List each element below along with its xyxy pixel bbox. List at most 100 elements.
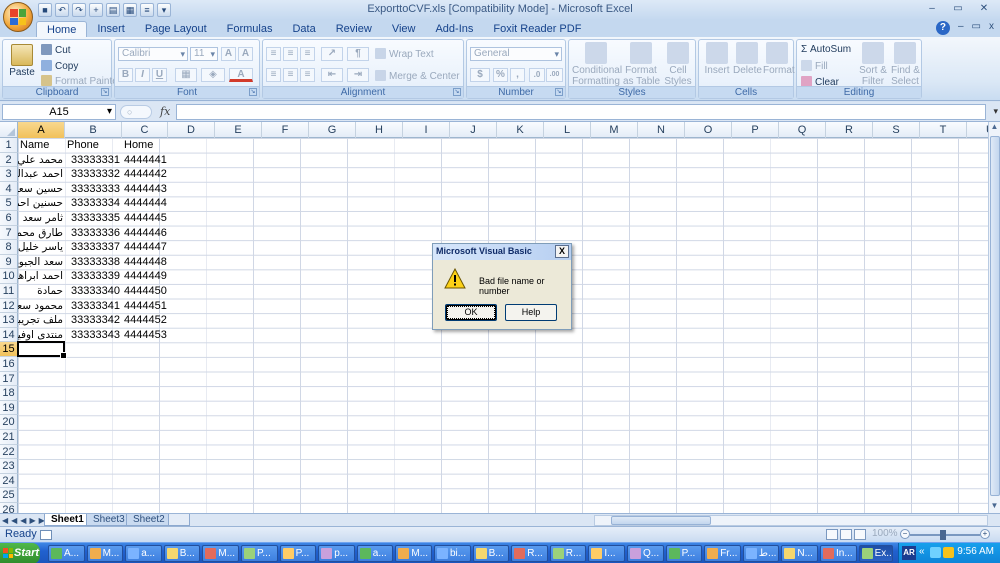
column-header-t[interactable]: T bbox=[920, 122, 967, 138]
home-cell[interactable]: 4444447 bbox=[122, 240, 168, 255]
column-header-j[interactable]: J bbox=[450, 122, 497, 138]
column-header-c[interactable]: C bbox=[122, 122, 168, 138]
column-header-p[interactable]: P bbox=[732, 122, 779, 138]
row-header-1[interactable]: 1 bbox=[0, 138, 18, 153]
name-cell[interactable]: حسين سعيد bbox=[18, 182, 65, 197]
tab-add-ins[interactable]: Add-Ins bbox=[425, 21, 483, 37]
taskbar-button[interactable]: N... bbox=[781, 545, 818, 562]
page-break-view-icon[interactable] bbox=[854, 529, 866, 540]
insert-function-button[interactable]: fx bbox=[160, 105, 170, 118]
row-header-18[interactable]: 18 bbox=[0, 386, 18, 401]
phone-cell[interactable]: 33333337 bbox=[65, 240, 122, 255]
fill-color-icon[interactable]: ◈ bbox=[201, 68, 225, 82]
name-cell[interactable]: منتدى اوفيسنا bbox=[18, 328, 65, 343]
close-button[interactable]: ✕ bbox=[972, 2, 996, 17]
font-launcher-icon[interactable]: ↘ bbox=[249, 88, 257, 96]
help-icon[interactable]: ? bbox=[935, 21, 950, 35]
row-header-13[interactable]: 13 bbox=[0, 313, 18, 328]
formula-cancel-icon[interactable]: ○ bbox=[120, 105, 152, 119]
percent-button[interactable]: % bbox=[493, 68, 508, 82]
taskbar-button[interactable]: Fr... bbox=[704, 545, 741, 562]
row-header-2[interactable]: 2 bbox=[0, 152, 18, 168]
row-header-23[interactable]: 23 bbox=[0, 459, 18, 474]
column-header-o[interactable]: O bbox=[685, 122, 732, 138]
merge-center-button[interactable]: Merge & Center bbox=[375, 70, 460, 82]
taskbar-button[interactable]: P... bbox=[665, 545, 703, 562]
decrease-decimal-button[interactable]: .00 bbox=[546, 68, 563, 82]
insert-cells-button[interactable]: Insert bbox=[703, 42, 731, 76]
home-cell[interactable]: 4444452 bbox=[122, 313, 168, 328]
taskbar-button[interactable]: A... bbox=[48, 545, 85, 562]
taskbar-button[interactable]: B... bbox=[472, 545, 510, 562]
delete-cells-button[interactable]: Delete bbox=[733, 42, 762, 76]
conditional-formatting-button[interactable]: Conditional Formatting bbox=[572, 42, 622, 87]
column-header-m[interactable]: M bbox=[591, 122, 638, 138]
row-header-10[interactable]: 10 bbox=[0, 269, 18, 284]
name-cell[interactable]: ياسر خليل bbox=[18, 240, 65, 255]
tab-view[interactable]: View bbox=[382, 21, 426, 37]
phone-cell[interactable]: 33333335 bbox=[65, 211, 122, 226]
font-size-combo[interactable]: 11 bbox=[190, 47, 218, 61]
name-cell[interactable]: ثامر سعد bbox=[18, 211, 65, 226]
row-header-14[interactable]: 14 bbox=[0, 327, 18, 343]
format-as-table-button[interactable]: Format as Table bbox=[623, 42, 660, 87]
phone-cell[interactable]: 33333331 bbox=[65, 153, 122, 168]
phone-cell[interactable]: 33333343 bbox=[65, 328, 122, 343]
tray-expand-icon[interactable]: « bbox=[919, 546, 925, 557]
fill-button[interactable]: Fill bbox=[801, 60, 828, 72]
home-cell[interactable]: 4444450 bbox=[122, 284, 168, 299]
row-header-26[interactable]: 26 bbox=[0, 503, 18, 513]
column-header-i[interactable]: I bbox=[403, 122, 450, 138]
taskbar-button[interactable]: M... bbox=[86, 545, 124, 562]
column-header-h[interactable]: H bbox=[356, 122, 403, 138]
align-top-icon[interactable]: ≡ bbox=[266, 47, 281, 61]
cell-styles-button[interactable]: Cell Styles bbox=[662, 42, 694, 87]
phone-cell[interactable]: 33333334 bbox=[65, 196, 122, 211]
column-header-a[interactable]: A bbox=[18, 122, 65, 138]
phone-cell[interactable]: 33333339 bbox=[65, 269, 122, 284]
home-cell[interactable]: 4444441 bbox=[122, 153, 168, 168]
tab-data[interactable]: Data bbox=[282, 21, 325, 37]
row-header-12[interactable]: 12 bbox=[0, 298, 18, 314]
taskbar-button[interactable]: p... bbox=[318, 545, 355, 562]
start-button[interactable]: Start bbox=[0, 543, 40, 563]
number-launcher-icon[interactable]: ↘ bbox=[555, 88, 563, 96]
dialog-close-button[interactable]: X bbox=[555, 245, 569, 258]
name-cell[interactable]: احمد عبدالله bbox=[18, 167, 65, 182]
row-header-22[interactable]: 22 bbox=[0, 444, 18, 460]
phone-cell[interactable]: 33333340 bbox=[65, 284, 122, 299]
name-cell[interactable]: محمود سعد bbox=[18, 299, 65, 314]
name-cell[interactable]: طارق محمود bbox=[18, 226, 65, 241]
row-header-20[interactable]: 20 bbox=[0, 415, 18, 430]
align-bottom-icon[interactable]: ≡ bbox=[300, 47, 315, 61]
office-button[interactable] bbox=[3, 2, 33, 32]
taskbar-button[interactable]: M... bbox=[202, 545, 239, 562]
name-cell[interactable]: سعد الجبوري bbox=[18, 255, 65, 270]
comma-button[interactable]: , bbox=[510, 68, 525, 82]
tab-formulas[interactable]: Formulas bbox=[217, 21, 283, 37]
align-right-icon[interactable]: ≡ bbox=[300, 68, 315, 82]
increase-decimal-button[interactable]: .0 bbox=[529, 68, 545, 82]
row-header-8[interactable]: 8 bbox=[0, 240, 18, 255]
autosum-button[interactable]: Σ AutoSum bbox=[801, 44, 851, 55]
name-cell[interactable]: حسنين احمد bbox=[18, 196, 65, 211]
taskbar-button[interactable]: In... bbox=[820, 545, 857, 562]
tab-insert[interactable]: Insert bbox=[87, 21, 135, 37]
column-header-n[interactable]: N bbox=[638, 122, 685, 138]
header-cell-a[interactable]: Name bbox=[18, 138, 65, 153]
sheet-tab-sheet3[interactable]: Sheet3 bbox=[86, 514, 132, 526]
alignment-launcher-icon[interactable]: ↘ bbox=[453, 88, 461, 96]
taskbar-button[interactable]: Q... bbox=[627, 545, 664, 562]
row-header-16[interactable]: 16 bbox=[0, 357, 18, 372]
wrap-text-button[interactable]: Wrap Text bbox=[375, 48, 434, 60]
grow-font-icon[interactable]: A bbox=[221, 47, 236, 61]
column-header-g[interactable]: G bbox=[309, 122, 356, 138]
taskbar-button[interactable]: a... bbox=[356, 545, 394, 562]
decrease-indent-icon[interactable]: ⇤ bbox=[321, 68, 343, 82]
doc-minimize-button[interactable]: – bbox=[958, 21, 964, 35]
row-header-21[interactable]: 21 bbox=[0, 430, 18, 445]
shrink-font-icon[interactable]: A bbox=[238, 47, 253, 61]
taskbar-button[interactable]: M... bbox=[395, 545, 432, 562]
tab-page-layout[interactable]: Page Layout bbox=[135, 21, 217, 37]
header-cell-b[interactable]: Phone bbox=[65, 138, 122, 153]
